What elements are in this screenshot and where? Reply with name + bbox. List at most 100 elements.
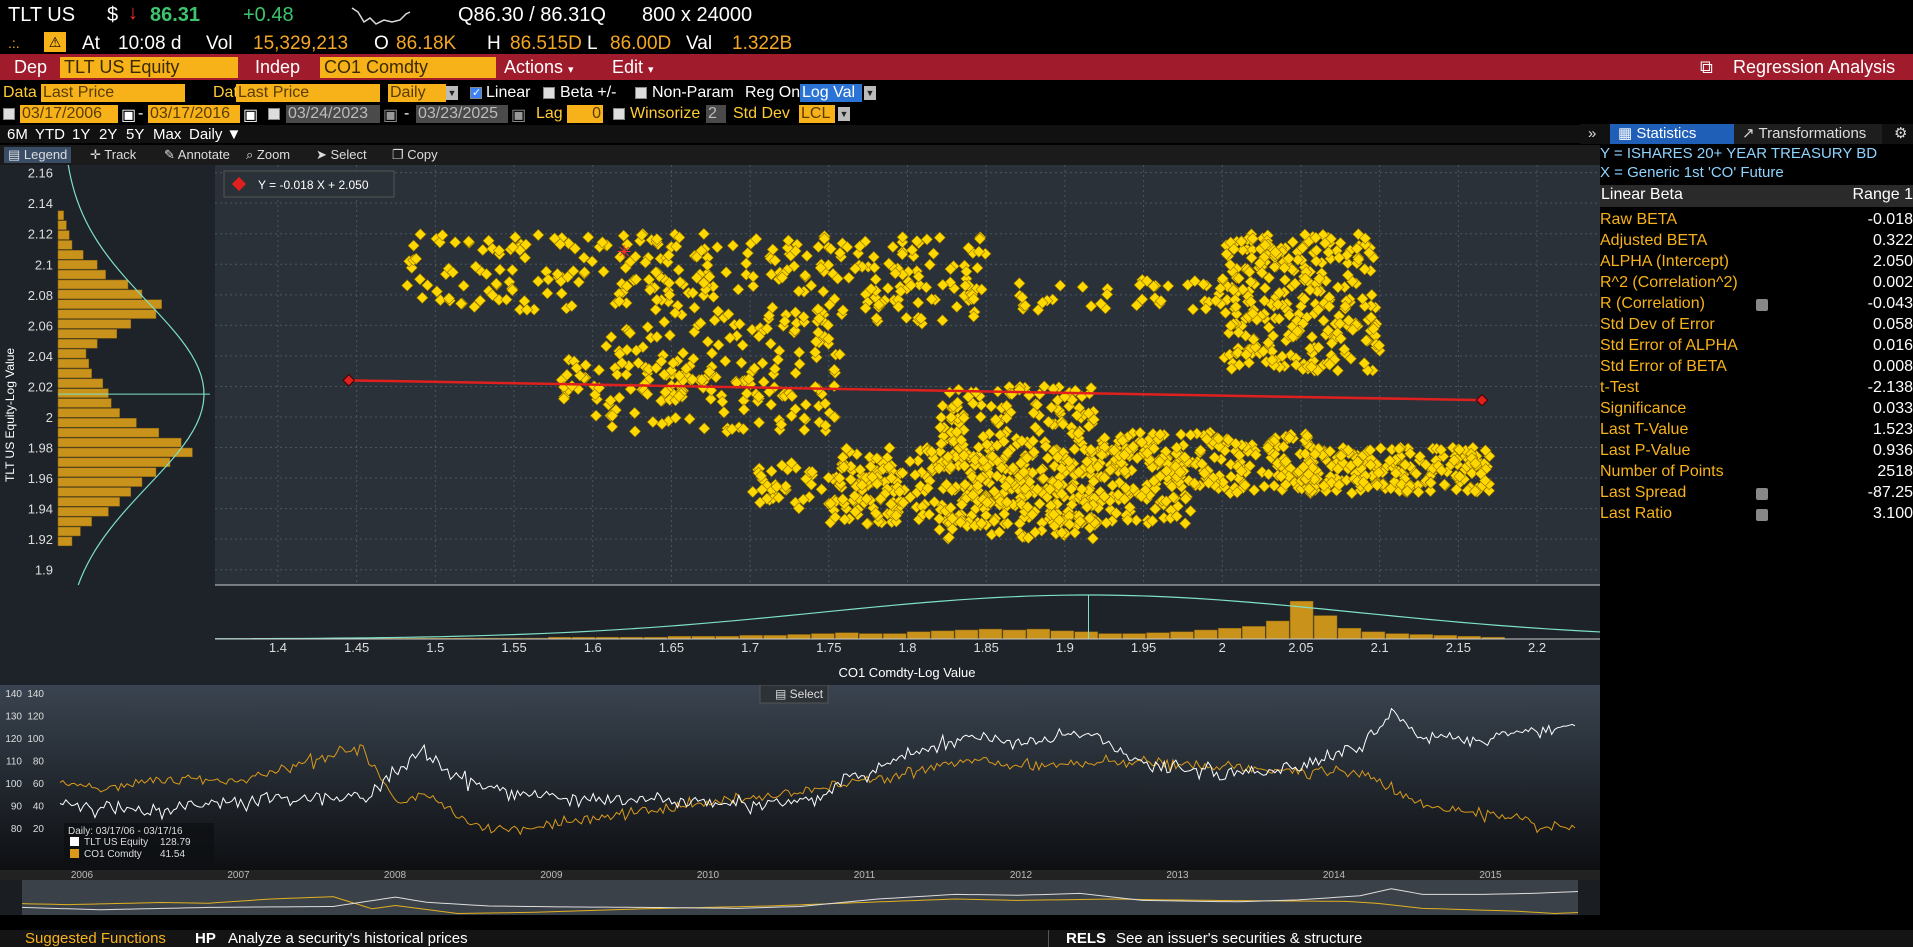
copy-button[interactable]: ❐ Copy: [392, 147, 438, 163]
winsorize-input[interactable]: 2: [706, 105, 726, 123]
year-label: 2013: [1166, 870, 1189, 881]
x-histogram-bar: [1313, 615, 1338, 640]
lag-input[interactable]: 0: [567, 105, 603, 123]
ticker[interactable]: TLT US: [8, 4, 75, 27]
stat-label: Number of Points: [1600, 463, 1724, 480]
last-point-marker: ✳: [617, 242, 632, 262]
date-dash: -: [404, 105, 410, 122]
info-icon[interactable]: [1756, 509, 1768, 521]
regon-select[interactable]: Log Val: [800, 84, 862, 102]
x-histogram-bar: [1194, 629, 1218, 640]
x-histogram-bar: [763, 635, 787, 640]
params-row-2: 03/17/2006 ▣ - 03/17/2016 ▣ 03/24/2023 ▣…: [0, 104, 1913, 125]
stat-value: 0.033: [1872, 400, 1913, 417]
price-history-chart[interactable]: 140 130 120 110 100 90 80 140 120 100 80 60 40 20 Dail…: [0, 684, 1659, 915]
nonparam-label: Non-Param: [652, 84, 734, 101]
x-histogram-bar: [811, 633, 835, 640]
range-5y[interactable]: 5Y: [126, 126, 144, 143]
calendar-icon[interactable]: ▣: [121, 105, 136, 125]
left-axis-label: 130: [5, 712, 22, 723]
select-button[interactable]: ➤ Select: [316, 147, 367, 163]
select-label: Select: [330, 147, 367, 162]
tab-statistics[interactable]: ▦ Statistics: [1610, 124, 1734, 144]
y-histogram-bar: [57, 516, 92, 527]
range-6m[interactable]: 6M: [7, 126, 28, 143]
y-tick-label: 1.92: [28, 532, 53, 547]
year-label: 2008: [384, 870, 407, 881]
high-value: 86.515D: [510, 33, 582, 54]
stddev-select[interactable]: LCL: [799, 105, 835, 123]
y-histogram-bar: [57, 279, 129, 290]
regon-label: Reg On: [745, 84, 801, 101]
magnifier-icon: ⌕: [246, 147, 257, 162]
stat-value: 0.058: [1872, 316, 1913, 333]
y-histogram-bar: [57, 536, 73, 547]
alert-icon[interactable]: ⚠: [44, 32, 66, 52]
annotate-button[interactable]: ✎ Annotate: [164, 147, 230, 163]
zoom-button[interactable]: ⌕ Zoom: [246, 147, 290, 163]
calendar-icon[interactable]: ▣: [511, 105, 526, 125]
regression-scatter-chart[interactable]: 2.162.142.122.12.082.062.042.0221.981.96…: [0, 164, 1601, 685]
chevron-down-icon[interactable]: ▼: [864, 86, 876, 100]
stat-value: -0.043: [1867, 295, 1913, 312]
winsorize-checkbox[interactable]: [613, 108, 625, 120]
beta-checkbox[interactable]: [543, 87, 555, 99]
linear-checkbox[interactable]: [470, 86, 482, 99]
actions-menu[interactable]: Actions ▾: [504, 57, 574, 78]
range1-checkbox[interactable]: [3, 108, 15, 120]
hp-function-code[interactable]: HP: [195, 930, 216, 947]
edit-menu[interactable]: Edit ▾: [612, 57, 654, 78]
tab-transformations[interactable]: ↗ Transformations: [1734, 124, 1882, 144]
dep-input[interactable]: TLT US Equity: [60, 57, 238, 78]
stat-label: Std Error of BETA: [1600, 358, 1727, 375]
chevron-down-icon[interactable]: ▼: [838, 107, 850, 121]
indep-input[interactable]: CO1 Comdty: [320, 57, 496, 78]
end-date-1[interactable]: 03/17/2016: [148, 105, 240, 123]
tick-dots-icon: .:.: [8, 35, 20, 51]
stat-label: ALPHA (Intercept): [1600, 253, 1729, 270]
end-date-2[interactable]: 03/23/2025: [416, 105, 508, 123]
hp-function-desc[interactable]: Analyze a security's historical prices: [228, 930, 468, 947]
right-axis-label: 20: [33, 824, 45, 835]
range-max[interactable]: Max: [153, 126, 181, 143]
data-field-1[interactable]: Last Price: [41, 84, 185, 102]
nonparam-checkbox[interactable]: [635, 87, 647, 99]
y-tick-label: 2.02: [28, 379, 53, 394]
calendar-icon[interactable]: ▣: [243, 105, 258, 125]
info-icon[interactable]: [1756, 299, 1768, 311]
popout-icon[interactable]: ⧉: [1700, 57, 1713, 78]
range2-checkbox[interactable]: [268, 108, 280, 120]
last-price: 86.31: [150, 4, 201, 26]
dep-label: Dep: [14, 57, 48, 77]
legend-button[interactable]: ▤ Legend: [4, 147, 72, 163]
rels-function-code[interactable]: RELS: [1066, 930, 1106, 947]
rels-function-desc[interactable]: See an issuer's securities & structure: [1116, 930, 1362, 947]
period-select[interactable]: Daily ▼: [189, 126, 241, 143]
y-tick-label: 1.98: [28, 441, 53, 456]
x-histogram-bar: [1433, 635, 1457, 640]
x-tick-label: 1.95: [1131, 640, 1156, 655]
start-date-1[interactable]: 03/17/2006: [20, 105, 118, 123]
frequency-select[interactable]: Daily: [388, 84, 446, 102]
y-histogram-bar: [57, 348, 87, 359]
navigator-window[interactable]: [22, 880, 1578, 915]
expand-icon[interactable]: »: [1580, 124, 1604, 144]
stat-row: Number of Points 2518: [1600, 463, 1913, 484]
range-ytd[interactable]: YTD: [35, 126, 65, 143]
footer-bar: Suggested Functions HP Analyze a securit…: [0, 930, 1913, 947]
right-axis-label: 120: [27, 712, 44, 723]
chevron-down-icon[interactable]: ▼: [446, 86, 458, 100]
range-1y[interactable]: 1Y: [72, 126, 90, 143]
stat-row: ALPHA (Intercept) 2.050: [1600, 253, 1913, 274]
x-histogram-bar: [906, 631, 931, 640]
start-date-2[interactable]: 03/24/2023: [286, 105, 380, 123]
ts-legend-series-value: 41.54: [160, 849, 185, 860]
range-2y[interactable]: 2Y: [99, 126, 117, 143]
x-histogram-bar: [1218, 627, 1242, 640]
track-button[interactable]: ✛ Track: [90, 147, 136, 163]
data-label-1: Data: [3, 84, 37, 101]
gear-icon[interactable]: ⚙: [1886, 124, 1913, 144]
info-icon[interactable]: [1756, 488, 1768, 500]
calendar-icon[interactable]: ▣: [383, 105, 398, 125]
data-field-2[interactable]: Last Price: [236, 84, 380, 102]
